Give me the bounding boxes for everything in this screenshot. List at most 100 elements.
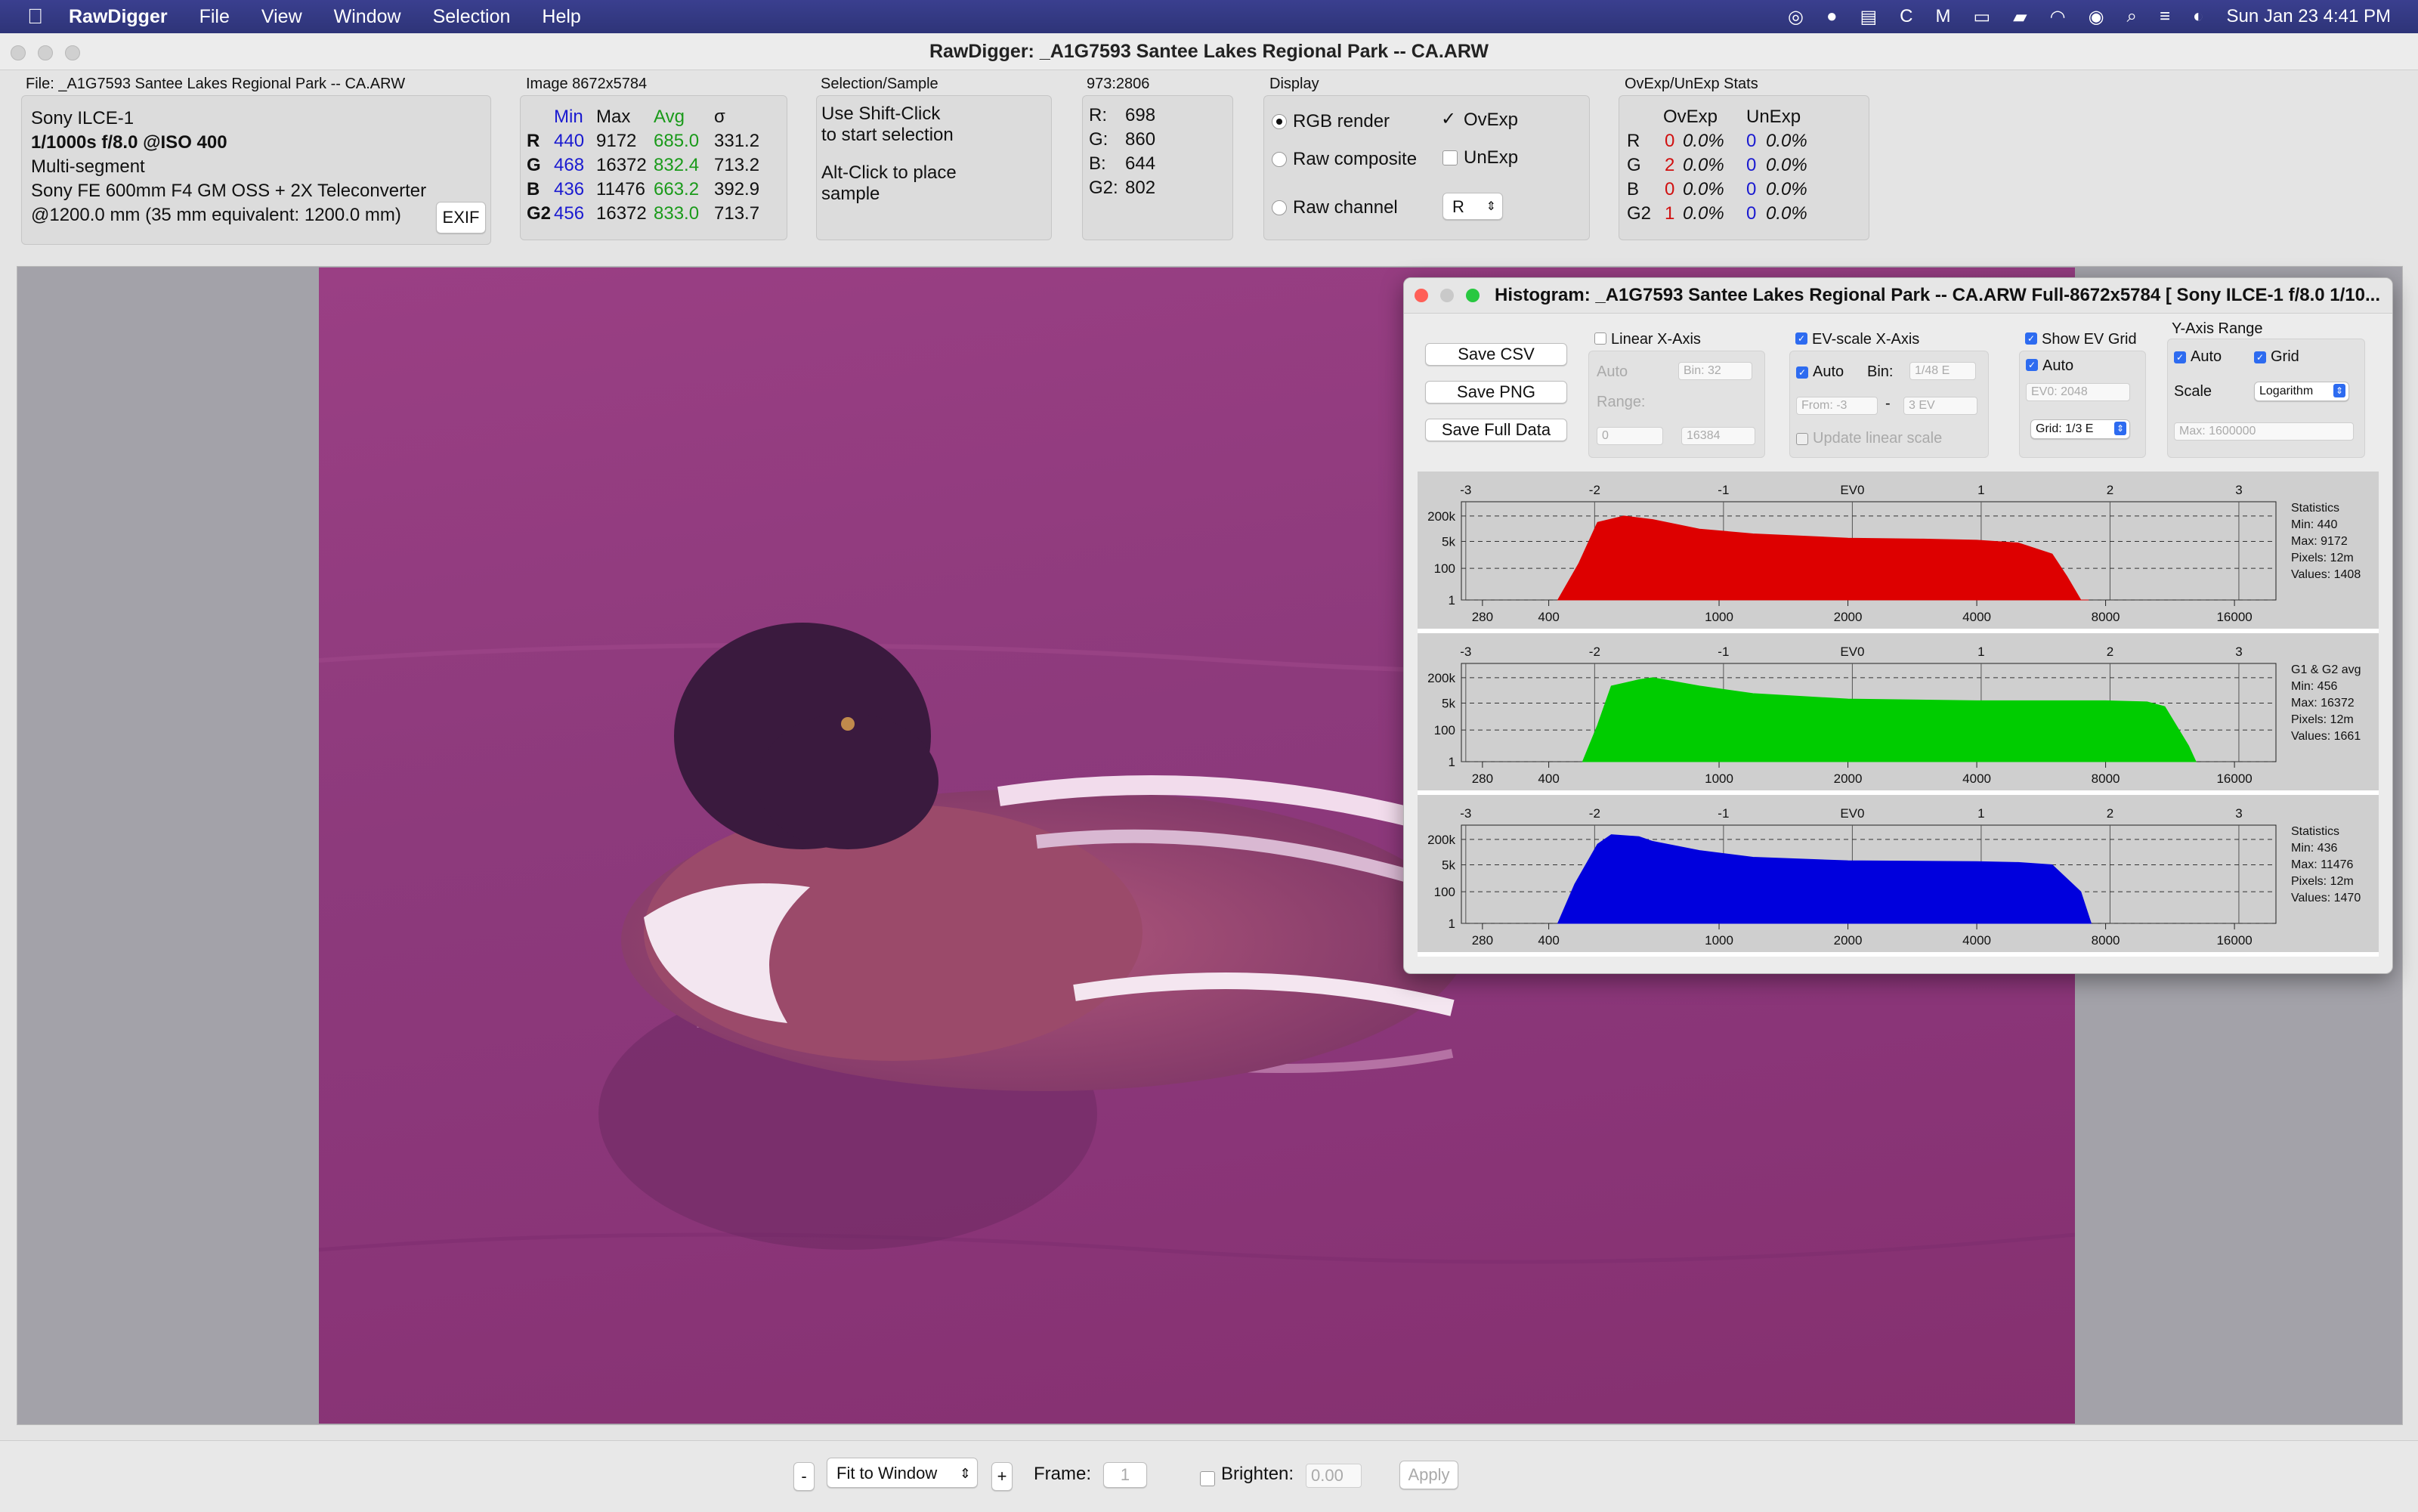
apply-button[interactable]: Apply: [1399, 1461, 1458, 1489]
ovstats-ov: 0: [1665, 131, 1675, 151]
spotlight-search-icon[interactable]: ⌕: [2127, 6, 2137, 27]
col-avg: Avg: [654, 107, 685, 127]
col-min: Min: [554, 107, 583, 127]
ev-tick-label: -2: [1589, 806, 1600, 821]
histogram-minimize-button[interactable]: [1440, 289, 1454, 302]
malwarebytes-icon[interactable]: M: [1935, 6, 1950, 27]
x-tick-label: 1000: [1705, 610, 1733, 624]
histogram-stat-line: Values: 1661: [2291, 730, 2361, 743]
update-linear-checkbox[interactable]: [1796, 433, 1808, 445]
save-png-button[interactable]: Save PNG: [1425, 381, 1567, 404]
brighten-field[interactable]: 0.00: [1306, 1464, 1362, 1488]
ev-grid-auto-checkbox[interactable]: ✓: [2026, 359, 2038, 371]
raw-channel-label: Raw channel: [1293, 197, 1398, 218]
linear-x-panel: Auto Bin: 32 Range: 0 16384: [1588, 351, 1765, 458]
menu-clock[interactable]: Sun Jan 23 4:41 PM: [2227, 6, 2391, 27]
window-zoom-button[interactable]: [65, 45, 80, 60]
scale-select[interactable]: Logarithm ⇕: [2254, 382, 2349, 401]
y-tick-label: 200k: [1427, 833, 1455, 847]
window-close-button[interactable]: [11, 45, 26, 60]
histogram-close-button[interactable]: [1415, 289, 1428, 302]
menu-view[interactable]: View: [261, 6, 302, 28]
y-axis-panel: ✓ Auto ✓ Grid Scale Logarithm ⇕ Max: 160…: [2167, 339, 2365, 458]
ev-auto-checkbox[interactable]: ✓: [1796, 366, 1808, 379]
y-axis-range-label: Y-Axis Range: [2172, 320, 2263, 337]
y-auto-checkbox[interactable]: ✓: [2174, 351, 2186, 363]
row-min: 436: [554, 179, 585, 199]
histogram-zoom-button[interactable]: [1466, 289, 1480, 302]
ovexp-checkbox[interactable]: ✓: [1441, 110, 1456, 128]
frame-label: Frame:: [1034, 1464, 1092, 1484]
ovstats-ch: R: [1627, 131, 1640, 151]
battery-icon[interactable]: ▰: [2013, 6, 2027, 28]
y-grid-checkbox[interactable]: ✓: [2254, 351, 2266, 363]
row-ch: R: [527, 131, 540, 151]
frame-stepper[interactable]: 1: [1103, 1462, 1147, 1488]
show-ev-grid-checkbox[interactable]: ✓: [2025, 332, 2037, 345]
linear-x-axis-checkbox[interactable]: [1594, 332, 1606, 345]
save-csv-button[interactable]: Save CSV: [1425, 343, 1567, 366]
linear-bin-field[interactable]: Bin: 32: [1678, 362, 1752, 380]
selection-hint-2: to start selection: [821, 125, 954, 145]
raw-channel-select[interactable]: R ⇕: [1442, 193, 1503, 220]
ev0-field[interactable]: EV0: 2048: [2026, 383, 2130, 401]
recording-icon[interactable]: ●: [1826, 6, 1838, 27]
selection-hint-1: Use Shift-Click: [821, 104, 941, 124]
unexp-checkbox[interactable]: [1442, 150, 1458, 165]
sample-r-value: 698: [1125, 105, 1156, 125]
histogram-stat-line: Max: 9172: [2291, 535, 2348, 548]
display-icon[interactable]: ▭: [1973, 6, 1990, 28]
siri-icon[interactable]: ◐: [2193, 6, 2204, 27]
y-tick-label: 5k: [1442, 696, 1455, 710]
range-from-field[interactable]: 0: [1597, 427, 1663, 445]
rgb-render-label: RGB render: [1293, 111, 1390, 131]
raw-composite-radio[interactable]: [1272, 152, 1287, 167]
ev-tick-label: -3: [1460, 483, 1471, 497]
range-to-field[interactable]: 16384: [1681, 427, 1755, 445]
menu-app-name[interactable]: RawDigger: [69, 6, 168, 28]
ev-scale-checkbox[interactable]: ✓: [1795, 332, 1807, 345]
grid-step-select[interactable]: Grid: 1/3 E ⇕: [2030, 419, 2130, 439]
selection-header: Selection/Sample: [821, 76, 938, 92]
metering-mode: Multi-segment: [31, 156, 145, 177]
ovstats-ovp: 0.0%: [1683, 155, 1724, 175]
file-info-box: Sony ILCE-1 1/1000s f/8.0 @ISO 400 Multi…: [21, 95, 491, 245]
wifi-icon[interactable]: ◠: [2050, 6, 2066, 28]
sync-icon[interactable]: C: [1900, 6, 1912, 27]
row-max: 11476: [596, 179, 645, 199]
zoom-out-button[interactable]: -: [793, 1462, 815, 1491]
brighten-checkbox[interactable]: [1200, 1471, 1215, 1486]
zoom-select[interactable]: Fit to Window ⇕: [827, 1458, 978, 1488]
save-full-data-button[interactable]: Save Full Data: [1425, 419, 1567, 441]
ovstats-ovp: 0.0%: [1683, 179, 1724, 199]
rgb-render-radio[interactable]: [1272, 114, 1287, 129]
raw-channel-radio[interactable]: [1272, 200, 1287, 215]
y-tick-label: 200k: [1427, 671, 1455, 685]
y-max-field[interactable]: Max: 1600000: [2174, 422, 2354, 441]
menu-file[interactable]: File: [199, 6, 230, 28]
creative-cloud-icon[interactable]: ◎: [1788, 6, 1804, 28]
film-icon[interactable]: ▤: [1860, 6, 1877, 28]
ev-grid-auto-label: Auto: [2042, 357, 2074, 374]
ovstats-ov: 0: [1665, 179, 1675, 199]
zoom-in-button[interactable]: +: [991, 1462, 1013, 1491]
y-tick-label: 100: [1434, 561, 1455, 576]
menu-window[interactable]: Window: [334, 6, 401, 28]
row-avg: 832.4: [654, 155, 700, 175]
control-center-icon[interactable]: ≡: [2160, 6, 2170, 27]
ev-to-field[interactable]: 3 EV: [1903, 397, 1977, 415]
histogram-window[interactable]: Histogram: _A1G7593 Santee Lakes Regiona…: [1403, 277, 2393, 974]
window-minimize-button[interactable]: [38, 45, 53, 60]
show-ev-grid-label: Show EV Grid: [2042, 331, 2137, 348]
ev-from-field[interactable]: From: -3: [1796, 397, 1878, 415]
histogram-stat-line: Min: 440: [2291, 518, 2338, 531]
exif-button[interactable]: EXIF: [436, 202, 486, 233]
x-tick-label: 1000: [1705, 771, 1733, 786]
ev-bin-field[interactable]: 1/48 E: [1909, 362, 1976, 380]
ev-grid-panel: ✓ Auto EV0: 2048 Grid: 1/3 E ⇕: [2019, 351, 2146, 458]
y-auto-label: Auto: [2191, 348, 2222, 365]
user-icon[interactable]: ◉: [2089, 6, 2104, 28]
apple-menu-icon[interactable]: : [27, 5, 43, 29]
menu-help[interactable]: Help: [542, 6, 580, 28]
menu-selection[interactable]: Selection: [433, 6, 511, 28]
